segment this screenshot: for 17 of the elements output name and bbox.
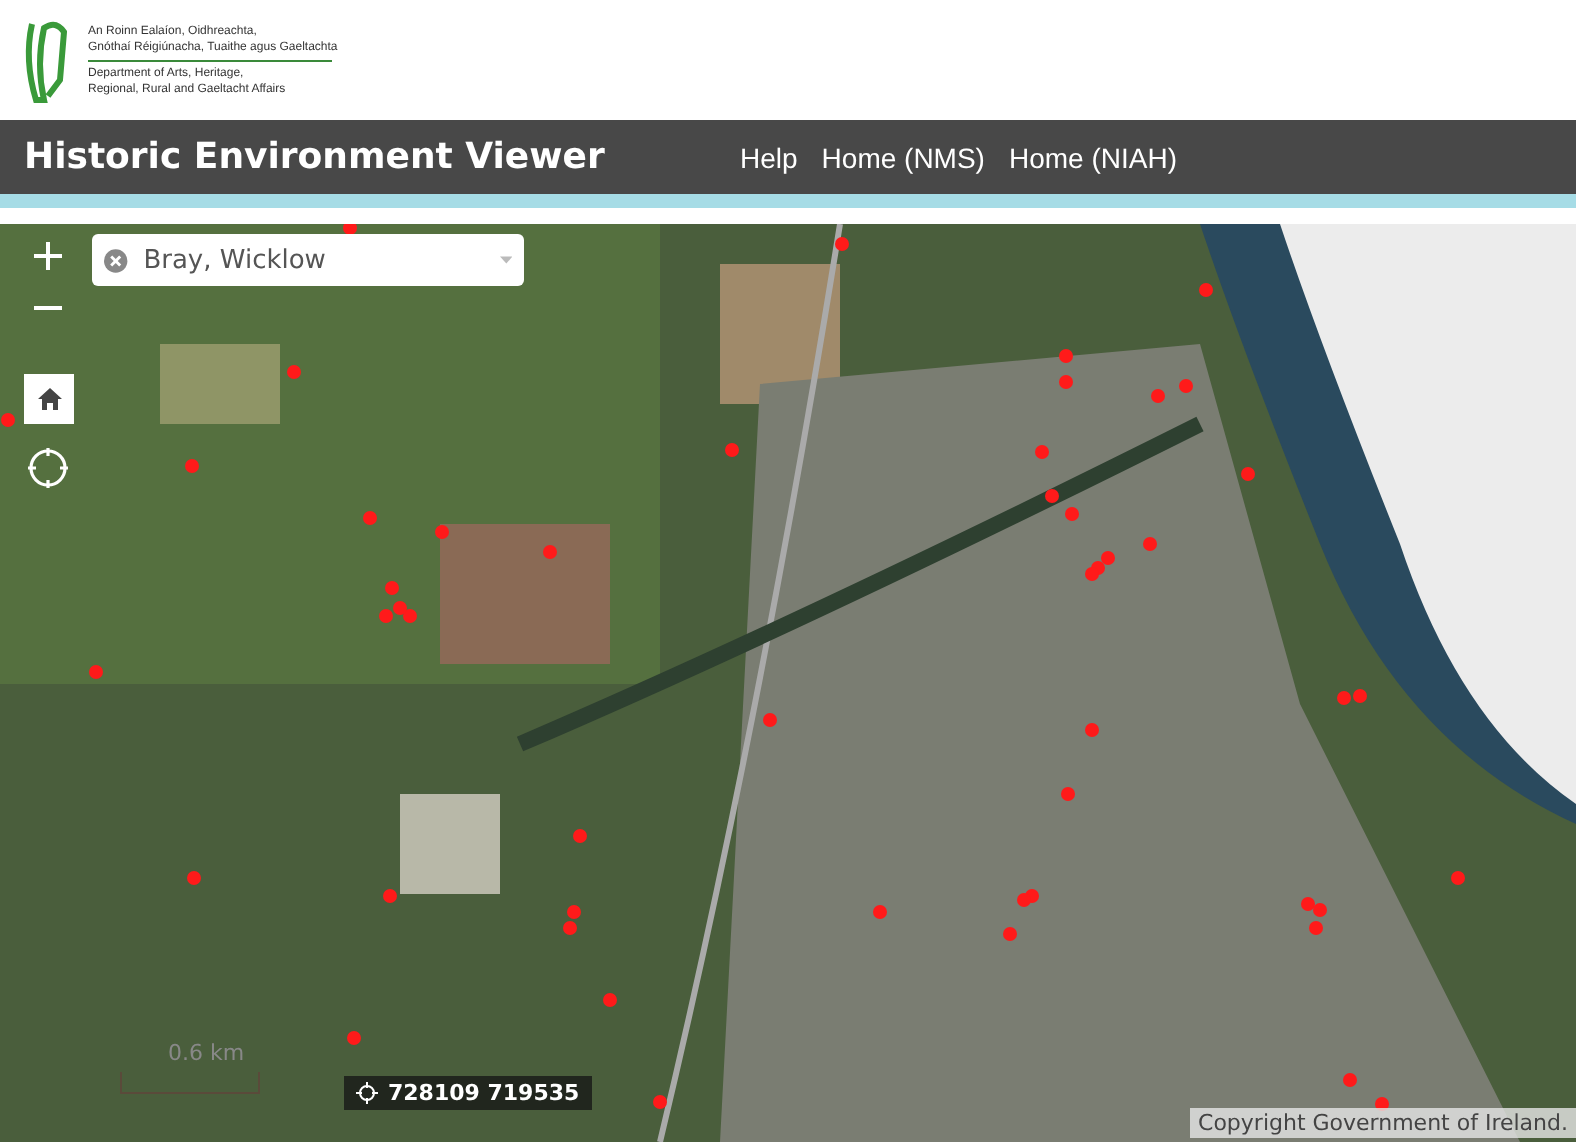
crosshair-icon xyxy=(356,1082,378,1104)
home-icon xyxy=(37,388,61,410)
nav-link[interactable]: Home (NIAH) xyxy=(1008,141,1177,173)
coordinates-text: 728109 719535 xyxy=(388,1080,580,1106)
locate-icon[interactable] xyxy=(28,448,68,488)
app-title: Historic Environment Viewer xyxy=(22,136,607,178)
nav-link[interactable]: Help xyxy=(740,141,798,173)
satellite-map-drawing[interactable] xyxy=(0,224,1576,1142)
clear-icon[interactable] xyxy=(104,247,128,273)
home-button[interactable] xyxy=(24,374,74,424)
scale-label: 0.6 km xyxy=(168,1040,245,1066)
search-bar[interactable]: Bray, Wicklow xyxy=(92,234,524,286)
location-search-field[interactable]: Bray, Wicklow xyxy=(143,245,484,275)
zoom-in-button[interactable] xyxy=(28,236,68,276)
plus-icon xyxy=(34,242,62,270)
map-attribution: Copyright Government of Ireland. xyxy=(1190,1108,1576,1138)
nav-link[interactable]: Home (NMS) xyxy=(821,141,985,173)
